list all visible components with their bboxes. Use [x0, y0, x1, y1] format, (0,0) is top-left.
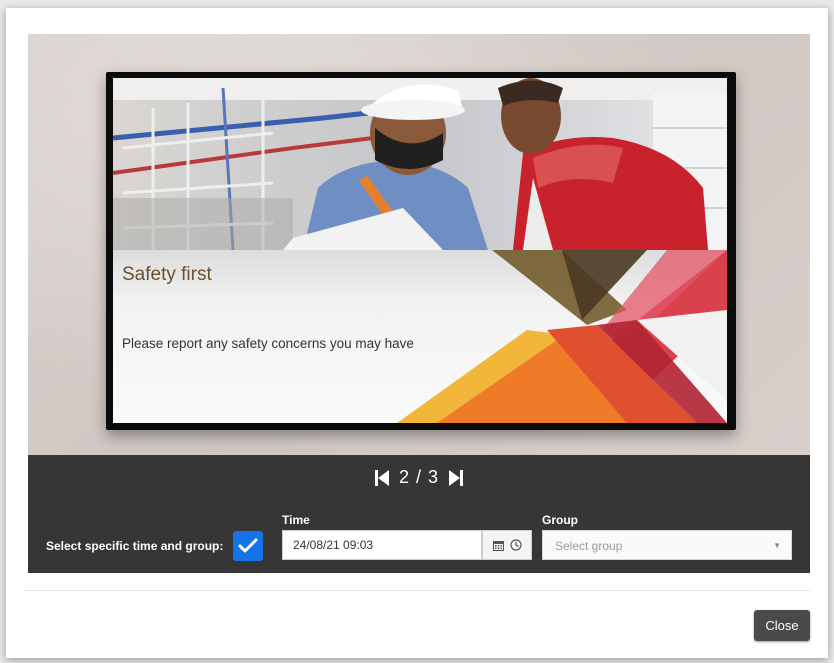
- slide-title: Safety first: [122, 264, 212, 285]
- datetime-picker-button[interactable]: [482, 530, 532, 560]
- slide-body-text: Please report any safety concerns you ma…: [122, 336, 414, 351]
- dropdown-arrow-icon: ▼: [773, 541, 781, 550]
- close-button[interactable]: Close: [754, 610, 810, 641]
- counter-separator: /: [409, 467, 428, 487]
- group-select-placeholder: Select group: [555, 539, 623, 553]
- preview-stage: Safety first Please report any safety co…: [28, 34, 810, 455]
- current-slide-number: 2: [398, 467, 410, 487]
- preview-modal: Safety first Please report any safety co…: [6, 8, 828, 658]
- slide-content: Safety first Please report any safety co…: [113, 250, 727, 423]
- skip-next-button[interactable]: [449, 469, 464, 486]
- total-slide-number: 3: [428, 467, 440, 487]
- specific-time-group-label: Select specific time and group:: [46, 539, 224, 553]
- decorative-shapes: [397, 250, 727, 423]
- checkmark-icon: [238, 538, 258, 553]
- clock-icon: [509, 539, 522, 551]
- skip-next-icon: [449, 469, 464, 486]
- skip-previous-icon: [374, 469, 389, 486]
- tv-frame: Safety first Please report any safety co…: [106, 72, 736, 430]
- specific-time-group-checkbox[interactable]: [233, 531, 263, 561]
- slide-pager: 2 / 3: [28, 467, 810, 488]
- calendar-icon: [492, 540, 504, 551]
- slide-photo: [113, 78, 727, 250]
- time-input[interactable]: [282, 530, 482, 560]
- footer-divider: [24, 590, 810, 591]
- slide-screen: Safety first Please report any safety co…: [113, 78, 727, 423]
- preview-controls: 2 / 3 Select specific time and group: Ti…: [28, 455, 810, 573]
- group-select[interactable]: Select group ▼: [542, 530, 792, 560]
- slide-counter: 2 / 3: [399, 467, 439, 488]
- skip-previous-button[interactable]: [374, 469, 389, 486]
- time-label: Time: [282, 513, 310, 527]
- group-label: Group: [542, 513, 578, 527]
